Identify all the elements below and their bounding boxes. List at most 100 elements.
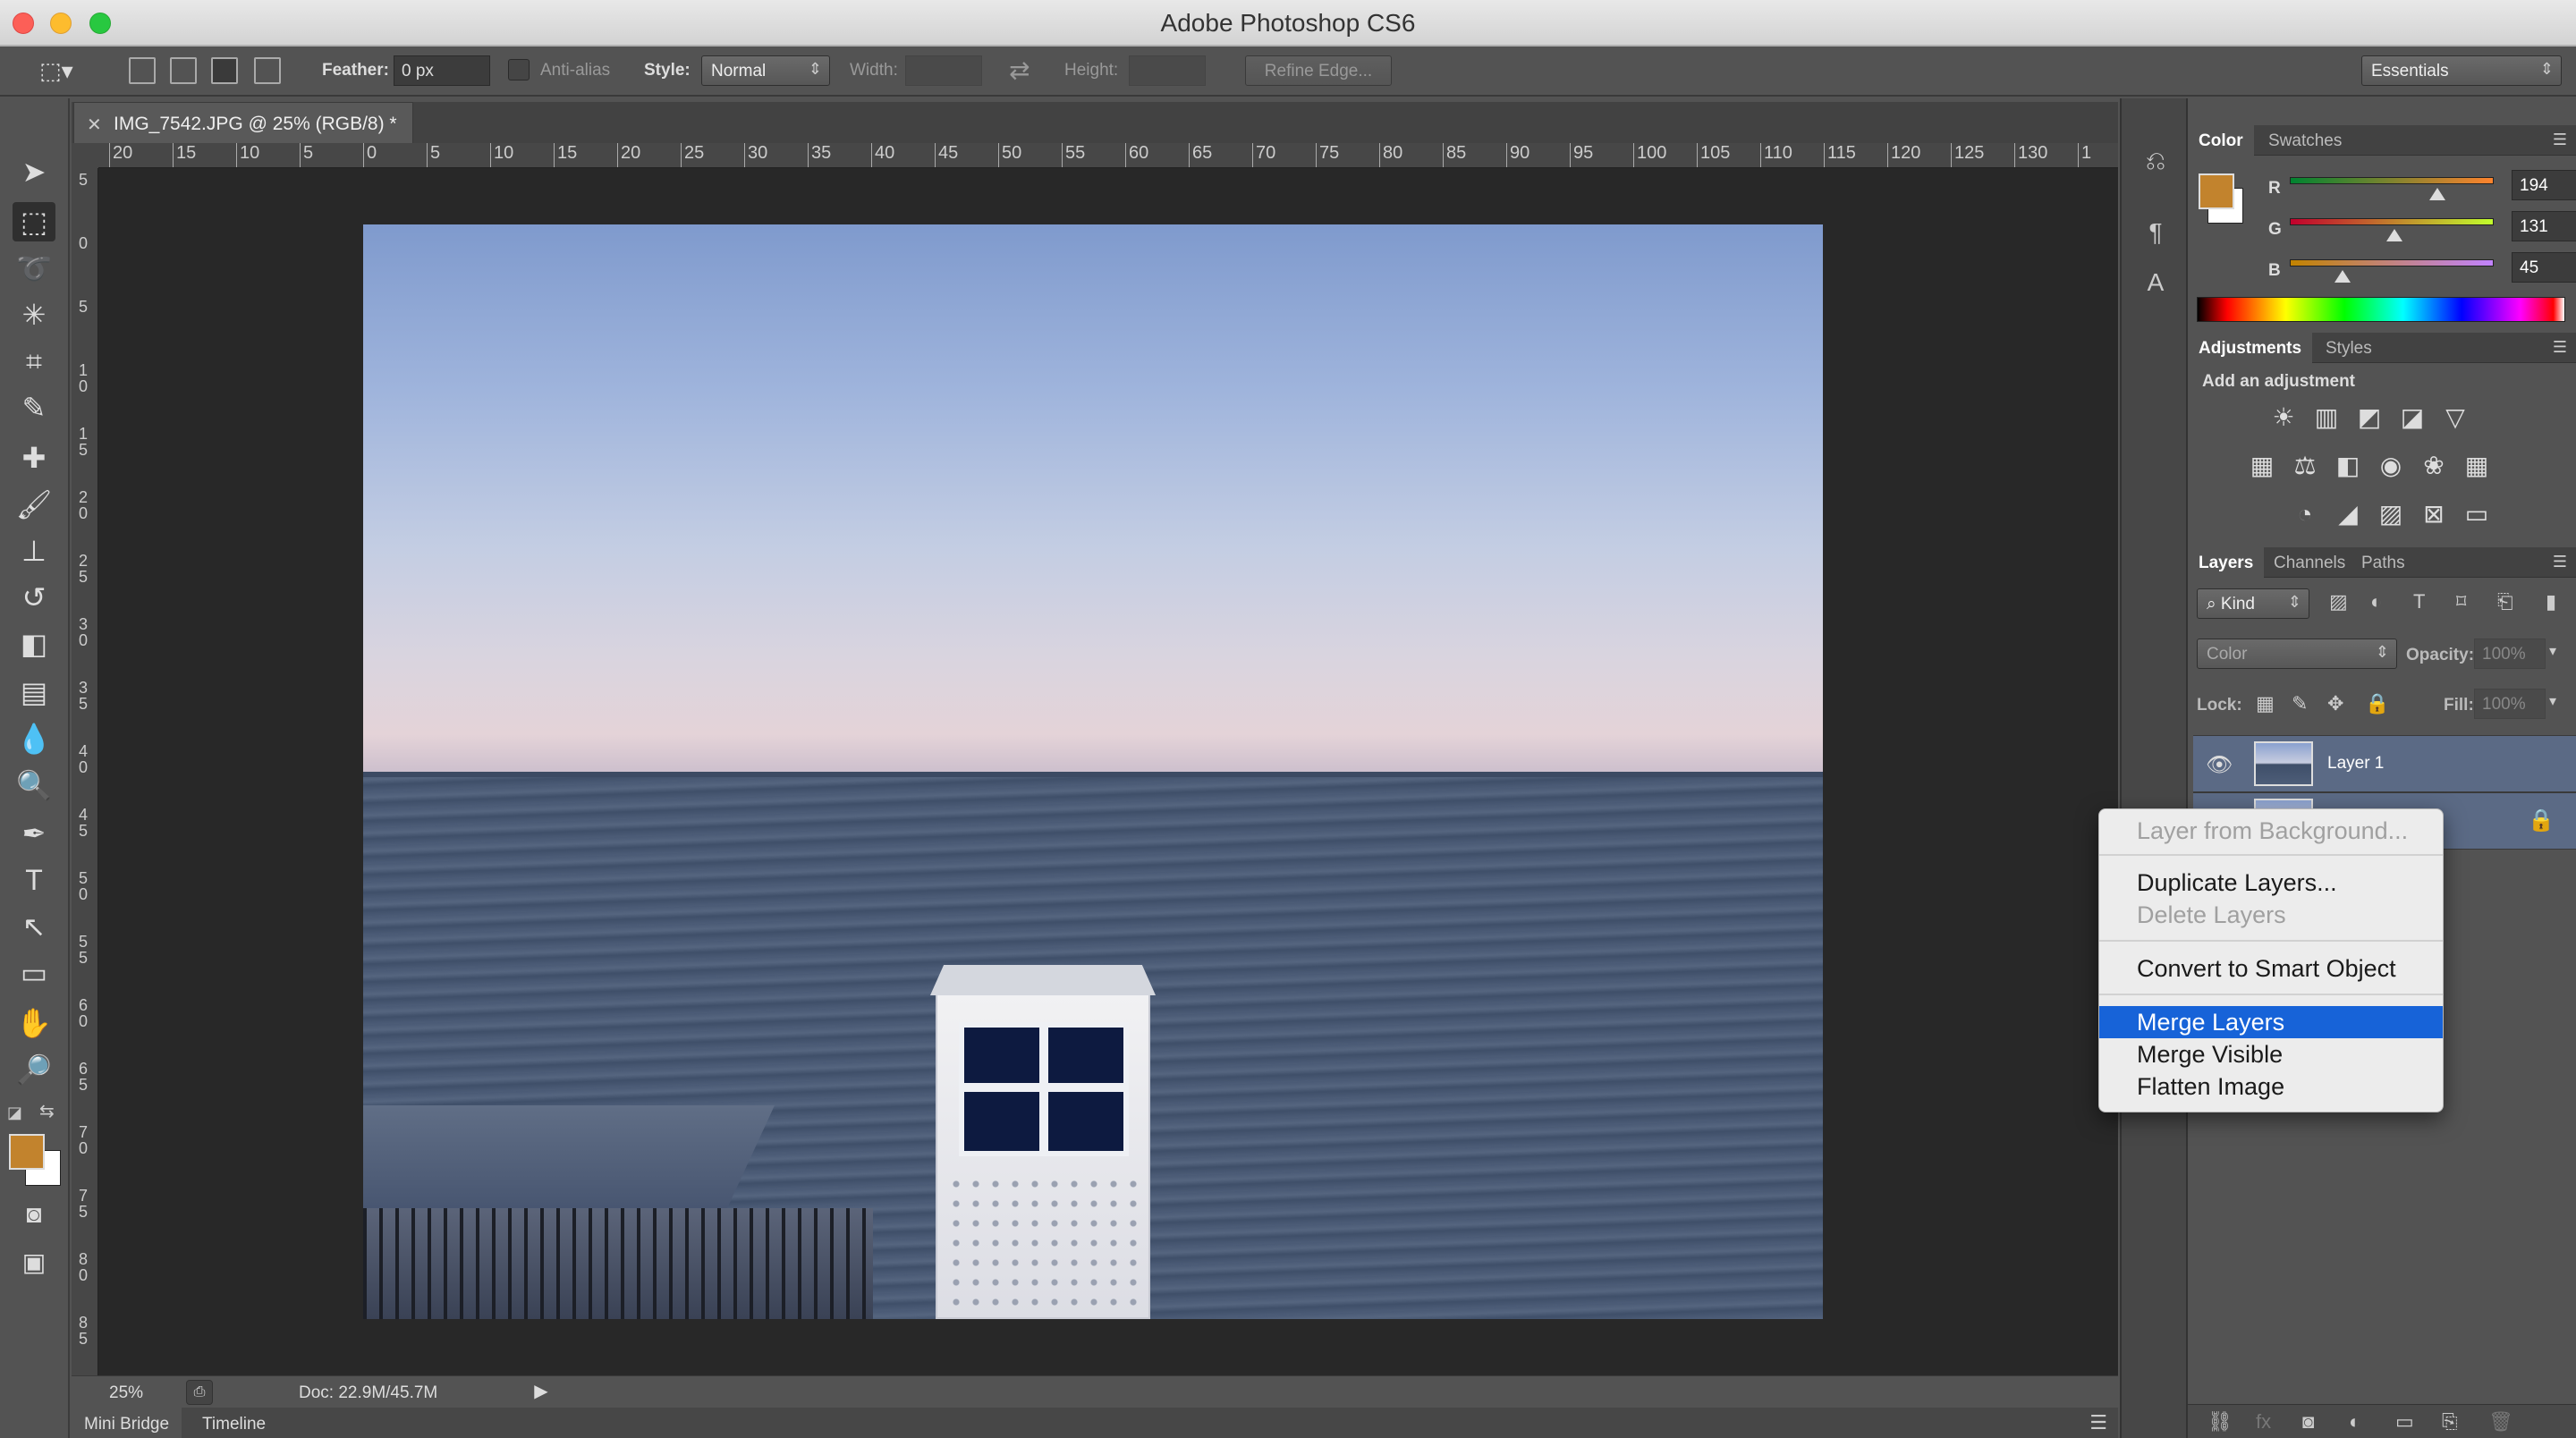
workspace-select[interactable]: Essentials	[2361, 55, 2562, 86]
height-input[interactable]	[1129, 55, 1206, 86]
add-selection-button[interactable]	[170, 57, 197, 84]
color-panel-foreground-swatch[interactable]	[2199, 173, 2234, 209]
hand-tool-icon[interactable]: ✋	[13, 1003, 55, 1043]
green-value-input[interactable]: 131	[2512, 211, 2576, 241]
tab-timeline[interactable]: Timeline	[202, 1415, 266, 1434]
delete-layer-icon[interactable]: 🗑	[2488, 1410, 2513, 1434]
quick-mask-icon[interactable]: ◙	[13, 1195, 55, 1234]
selective-color-icon[interactable]: ▭	[2460, 497, 2494, 531]
tab-swatches[interactable]: Swatches	[2258, 125, 2352, 156]
menu-item-flatten-image[interactable]: Flatten Image	[2099, 1070, 2443, 1103]
crop-tool-icon[interactable]: ⌗	[13, 342, 55, 381]
vertical-ruler[interactable]: 5 0 5 1 0 1 5 2 0 2 5 3 0 3 5 4 0 4 5 5 0 5 5 6 0 6 5 7…	[72, 168, 98, 1375]
filter-shape-icon[interactable]: ⌑	[2456, 590, 2466, 613]
tab-styles[interactable]: Styles	[2315, 333, 2383, 363]
add-mask-icon[interactable]: ◙	[2302, 1410, 2314, 1434]
foreground-color-swatch[interactable]	[9, 1134, 45, 1170]
opacity-input[interactable]: 100%	[2474, 639, 2546, 669]
paragraph-panel-icon[interactable]: ¶	[2138, 218, 2174, 254]
intersect-selection-button[interactable]	[254, 57, 281, 84]
opacity-dropdown-icon[interactable]: ▾	[2549, 642, 2556, 660]
new-group-icon[interactable]: ▭	[2395, 1410, 2414, 1434]
marquee-preset-icon[interactable]: ⬚▾	[39, 57, 73, 85]
status-info-icon[interactable]: ⎙	[186, 1380, 213, 1405]
refine-edge-button[interactable]: Refine Edge...	[1245, 55, 1392, 86]
history-brush-tool-icon[interactable]: ↺	[13, 578, 55, 617]
ruler-origin[interactable]	[72, 143, 98, 168]
menu-item-merge-layers[interactable]: Merge Layers	[2099, 1006, 2443, 1038]
hue-saturation-icon[interactable]: ▦	[2245, 449, 2279, 483]
filter-type-icon[interactable]: T	[2413, 590, 2425, 613]
red-value-input[interactable]: 194	[2512, 170, 2576, 200]
style-select[interactable]: Normal	[701, 55, 830, 86]
magic-wand-tool-icon[interactable]: ✳	[13, 295, 55, 334]
layer-style-fx-icon[interactable]: fx	[2256, 1410, 2271, 1434]
status-menu-arrow-icon[interactable]: ▶	[528, 1380, 555, 1405]
filter-toggle-icon[interactable]: ▮	[2546, 590, 2556, 613]
menu-item-convert-to-smart-object[interactable]: Convert to Smart Object	[2099, 952, 2443, 985]
filter-adjustment-icon[interactable]: ◐	[2370, 590, 2382, 613]
default-colors-icon[interactable]: ◪	[7, 1104, 22, 1122]
feather-input[interactable]: 0 px	[394, 55, 490, 86]
lock-image-icon[interactable]: ✎	[2292, 692, 2308, 715]
dodge-tool-icon[interactable]: 🔍	[13, 766, 55, 805]
layers-panel-menu-icon[interactable]: ☰	[2553, 553, 2567, 571]
brush-tool-icon[interactable]: 🖌	[13, 485, 55, 524]
layer-row[interactable]: 👁 Layer 1	[2193, 735, 2576, 792]
clone-stamp-tool-icon[interactable]: ⊥	[13, 531, 55, 571]
fill-input[interactable]: 100%	[2474, 689, 2546, 719]
swap-colors-icon[interactable]: ⇆	[39, 1100, 55, 1122]
new-layer-icon[interactable]: ⎘	[2442, 1410, 2458, 1434]
color-spectrum-ramp[interactable]	[2197, 297, 2565, 322]
tab-layers[interactable]: Layers	[2188, 547, 2265, 578]
eyedropper-tool-icon[interactable]: ✎	[13, 388, 55, 427]
tab-adjustments[interactable]: Adjustments	[2188, 333, 2313, 363]
document-tab[interactable]: ✕ IMG_7542.JPG @ 25% (RGB/8) *	[73, 102, 413, 143]
channel-mixer-icon[interactable]: ❀	[2417, 449, 2451, 483]
photo-filter-icon[interactable]: ◉	[2374, 449, 2408, 483]
tab-paths[interactable]: Paths	[2351, 547, 2416, 578]
swap-dimensions-icon[interactable]: ⇄	[1009, 55, 1030, 85]
gradient-tool-icon[interactable]: ▤	[13, 672, 55, 712]
eraser-tool-icon[interactable]: ◧	[13, 624, 55, 664]
exposure-icon[interactable]: ◪	[2395, 401, 2429, 435]
posterize-icon[interactable]: ◢	[2331, 497, 2365, 531]
layer-filter-kind-select[interactable]: ⌕ Kind	[2197, 588, 2309, 619]
bottom-panel-menu-icon[interactable]: ☰	[2089, 1411, 2107, 1434]
curves-icon[interactable]: ◩	[2352, 401, 2386, 435]
blur-tool-icon[interactable]: 💧	[13, 719, 55, 758]
adjustments-panel-menu-icon[interactable]: ☰	[2553, 338, 2567, 357]
healing-brush-tool-icon[interactable]: ✚	[13, 438, 55, 478]
vibrance-icon[interactable]: ▽	[2438, 401, 2472, 435]
gradient-map-icon[interactable]: ⊠	[2417, 497, 2451, 531]
lock-position-icon[interactable]: ✥	[2327, 692, 2343, 715]
color-balance-icon[interactable]: ⚖	[2288, 449, 2322, 483]
black-white-icon[interactable]: ◧	[2331, 449, 2365, 483]
menu-item-duplicate-layers[interactable]: Duplicate Layers...	[2099, 867, 2443, 899]
screen-mode-icon[interactable]: ▣	[13, 1243, 55, 1282]
tab-color[interactable]: Color	[2188, 125, 2254, 156]
menu-item-delete-layers[interactable]: Delete Layers	[2099, 899, 2443, 931]
rectangle-tool-icon[interactable]: ▭	[13, 953, 55, 993]
blue-value-input[interactable]: 45	[2512, 252, 2576, 283]
lock-all-icon[interactable]: 🔒	[2365, 692, 2389, 715]
threshold-icon[interactable]: ▨	[2374, 497, 2408, 531]
layer-visibility-eye-icon[interactable]: 👁	[2206, 752, 2233, 778]
lock-transparent-icon[interactable]: ▦	[2256, 692, 2275, 715]
color-lookup-icon[interactable]: ▦	[2460, 449, 2494, 483]
layer-name[interactable]: Layer 1	[2327, 754, 2384, 774]
lasso-tool-icon[interactable]: ➰	[13, 249, 55, 288]
history-panel-icon[interactable]: ⎌	[2138, 147, 2174, 182]
link-layers-icon[interactable]: ⛓	[2207, 1410, 2233, 1434]
color-panel-menu-icon[interactable]: ☰	[2553, 131, 2567, 149]
invert-icon[interactable]: ◔	[2288, 497, 2322, 531]
tab-channels[interactable]: Channels	[2263, 547, 2356, 578]
blue-slider-thumb[interactable]	[2334, 270, 2351, 283]
new-adjustment-layer-icon[interactable]: ◐	[2349, 1410, 2360, 1434]
close-document-icon[interactable]: ✕	[87, 114, 102, 136]
fill-dropdown-icon[interactable]: ▾	[2549, 692, 2556, 710]
subtract-selection-button[interactable]	[211, 57, 238, 84]
zoom-tool-icon[interactable]: 🔎	[13, 1050, 55, 1089]
filter-pixel-icon[interactable]: ▨	[2329, 590, 2348, 613]
filter-smart-object-icon[interactable]: ⎗	[2497, 590, 2513, 613]
